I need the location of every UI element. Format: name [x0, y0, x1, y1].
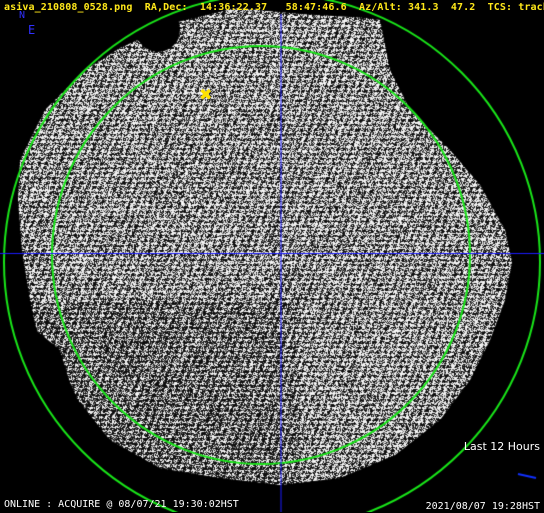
all-sky-camera-image [0, 0, 544, 512]
acquire-status-text: ONLINE : ACQUIRE @ 08/07/21 19:30:02HST [4, 499, 239, 510]
compass-east-label: E [28, 23, 36, 37]
tcs-label: TCS: [487, 2, 513, 13]
ra-value: 14:36:22.37 [199, 2, 268, 13]
azalt-label: Az/Alt: [359, 2, 402, 13]
trail-legend-label: Last 12 Hours [463, 440, 540, 453]
target-position-marker: ✖ [199, 85, 213, 104]
header-info-line: asiva_210808_0528.png RA,Dec: 14:36:22.3… [4, 2, 544, 14]
radec-label: RA,Dec: [144, 2, 188, 13]
alt-value: 47.2 [450, 2, 476, 13]
tcs-value: track [518, 2, 544, 13]
image-timestamp: 2021/08/07 19:28HST [425, 501, 540, 512]
dec-value: 58:47:46.6 [285, 2, 347, 13]
az-value: 341.3 [408, 2, 439, 13]
compass-north-label: N [19, 10, 26, 21]
